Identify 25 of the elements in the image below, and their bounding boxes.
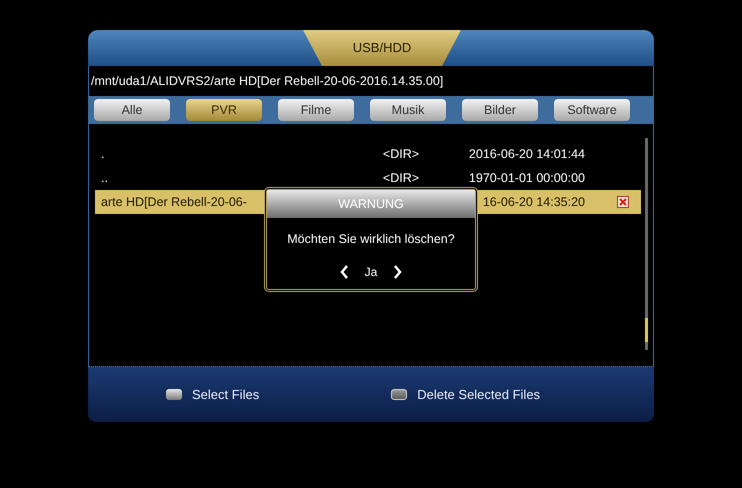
tab[interactable]: Alle	[94, 99, 170, 121]
scroll-thumb[interactable]	[645, 318, 648, 342]
file-date: 1970-01-01 00:00:00	[468, 170, 585, 187]
footer-hint: Select Files	[192, 386, 260, 404]
tab[interactable]: PVR	[186, 99, 262, 121]
tab[interactable]: Filme	[278, 99, 354, 121]
scrollbar[interactable]	[645, 138, 648, 350]
choice-value[interactable]: Ja	[364, 262, 378, 281]
file-name: .	[100, 146, 106, 163]
dialog-title: WARNUNG	[267, 190, 475, 218]
chevron-left-icon[interactable]	[340, 264, 349, 279]
dialog-message: Möchten Sie wirklich löschen?	[286, 231, 456, 248]
ok-key-icon	[166, 389, 182, 400]
folder-path: /mnt/uda1/ALIDVRS2/arte HD[Der Rebell-20-06-2016.14.35.00]	[91, 72, 444, 90]
tab[interactable]: Software	[554, 99, 630, 121]
footer-hint: Delete Selected Files	[417, 386, 540, 404]
tab[interactable]: Bilder	[462, 99, 538, 121]
file-date: 16-06-20 14:35:20	[482, 194, 585, 211]
file-size: <DIR>	[382, 170, 420, 187]
file-size: <DIR>	[382, 146, 420, 163]
file-name: ..	[100, 170, 109, 187]
chevron-right-icon[interactable]	[393, 264, 402, 279]
menu-key-icon	[391, 389, 408, 400]
file-date: 2016-06-20 14:01:44	[468, 146, 585, 163]
tab[interactable]: Musik	[370, 99, 446, 121]
